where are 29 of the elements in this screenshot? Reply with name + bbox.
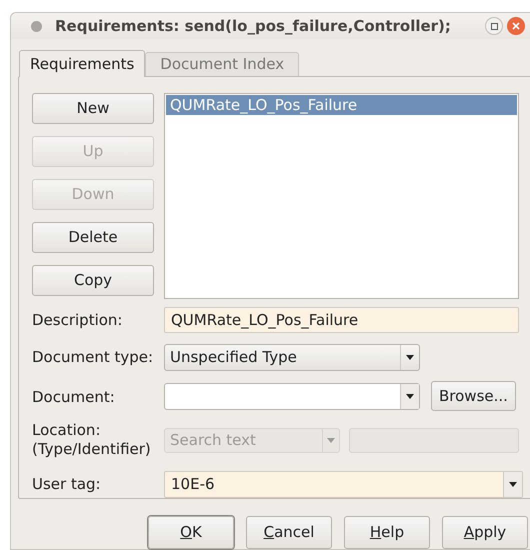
field-label: User tag:	[32, 474, 102, 496]
dropdown-caret-icon	[406, 394, 414, 399]
window-title: Requirements: send(lo_pos_failure,Controller);	[55, 16, 451, 37]
field-label: Location:	[32, 421, 102, 440]
dialog-button[interactable]: OK	[148, 516, 234, 549]
field-label: Document type:	[32, 347, 154, 368]
dropdown-caret-icon	[327, 438, 335, 442]
list-action-button[interactable]: Copy	[32, 265, 154, 296]
description-field[interactable]: QUMRate_LO_Pos_Failure	[164, 307, 519, 333]
list-action-button[interactable]: Delete	[32, 222, 154, 253]
document-combo-field[interactable]	[164, 383, 420, 410]
dropdown-caret-icon	[509, 482, 517, 487]
browse-button[interactable]: Browse...	[431, 381, 516, 411]
field-label: Description:	[32, 310, 124, 331]
dialog-button[interactable]: Cancel	[246, 516, 332, 549]
user-tag-combo-field[interactable]: 10E-6	[164, 471, 523, 498]
dialog-button[interactable]: Apply	[442, 516, 528, 549]
tab[interactable]: Requirements	[19, 50, 146, 77]
list-action-button[interactable]: New	[32, 93, 154, 124]
location-identifier-field[interactable]	[349, 428, 519, 452]
maximize-button[interactable]	[485, 17, 503, 35]
close-icon	[512, 22, 520, 30]
document-type-dropdown[interactable]: Unspecified Type	[164, 344, 420, 371]
field-label: (Type/Identifier)	[32, 440, 152, 459]
close-button[interactable]	[507, 17, 525, 35]
dropdown-caret-icon	[406, 355, 414, 360]
dialog-button[interactable]: Help	[344, 516, 430, 549]
window-menu-icon[interactable]	[31, 20, 42, 32]
field-label: Document:	[32, 386, 116, 408]
